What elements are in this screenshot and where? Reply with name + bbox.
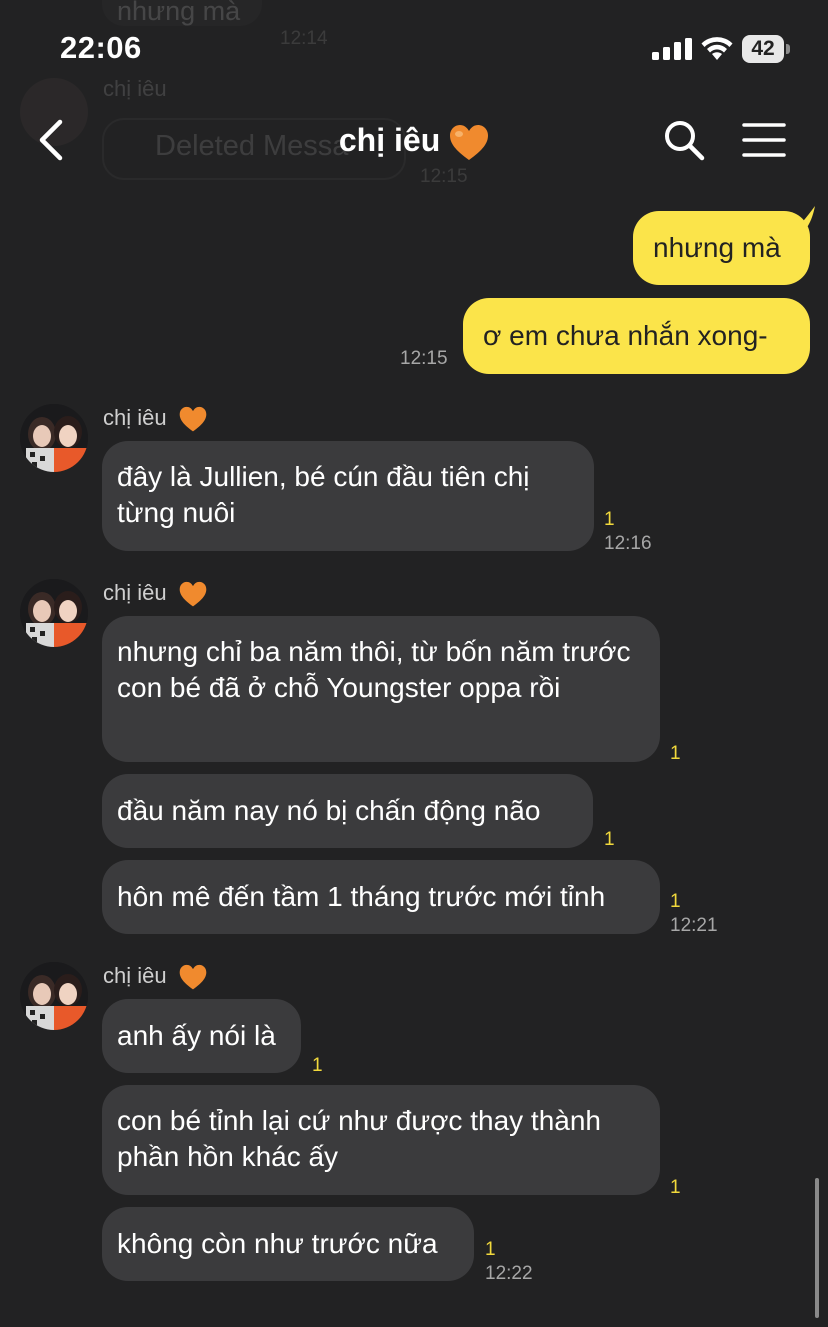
ghost-time: 12:14 [280, 28, 328, 49]
battery-level: 42 [742, 35, 784, 63]
incoming-message[interactable]: anh ấy nói là [102, 999, 301, 1073]
message-timestamp: 12:15 [400, 348, 448, 369]
read-count: 1 [670, 891, 681, 912]
heart-icon [179, 964, 207, 990]
signal-icon [652, 38, 692, 60]
scrollbar[interactable] [815, 1178, 819, 1318]
read-count: 1 [485, 1239, 496, 1260]
heart-icon [450, 124, 489, 160]
read-count: 1 [604, 829, 615, 850]
incoming-message[interactable]: nhưng chỉ ba năm thôi, từ bốn năm trước … [102, 616, 660, 762]
avatar[interactable] [20, 962, 88, 1030]
heart-icon [179, 581, 207, 607]
outgoing-message[interactable]: ơ em chưa nhắn xong- [463, 298, 810, 374]
incoming-message[interactable]: không còn như trước nữa [102, 1207, 474, 1281]
read-count: 1 [670, 1177, 681, 1198]
incoming-message[interactable]: hôn mê đến tầm 1 tháng trước mới tỉnh [102, 860, 660, 934]
incoming-message[interactable]: đầu năm nay nó bị chấn động não [102, 774, 593, 848]
avatar[interactable] [20, 404, 88, 472]
chat-title-name: chị iêu [338, 122, 441, 158]
ghost-time: 12:15 [420, 166, 468, 187]
outgoing-message[interactable]: nhưng mà [633, 211, 810, 285]
sender-name: chị iêu [103, 580, 207, 608]
heart-icon [179, 406, 207, 432]
incoming-message[interactable]: đây là Jullien, bé cún đầu tiên chị từng… [102, 441, 594, 551]
message-timestamp: 12:22 [485, 1263, 533, 1284]
avatar[interactable] [20, 579, 88, 647]
battery-icon: 42 [742, 35, 790, 63]
message-timestamp: 12:16 [604, 533, 652, 554]
bubble-tail [795, 206, 815, 230]
search-icon[interactable] [662, 118, 706, 162]
sender-name: chị iêu [103, 405, 207, 433]
wifi-icon [701, 37, 733, 60]
read-count: 1 [312, 1055, 323, 1076]
read-count: 1 [604, 509, 615, 530]
ghost-text: nhưng mà [117, 0, 241, 26]
ghost-sender: chị iêu [103, 76, 167, 101]
message-timestamp: 12:21 [670, 915, 718, 936]
status-time: 22:06 [60, 30, 142, 65]
menu-icon[interactable] [742, 122, 786, 158]
read-count: 1 [670, 743, 681, 764]
sender-name: chị iêu [103, 963, 207, 991]
incoming-message[interactable]: con bé tỉnh lại cứ như được thay thành p… [102, 1085, 660, 1195]
